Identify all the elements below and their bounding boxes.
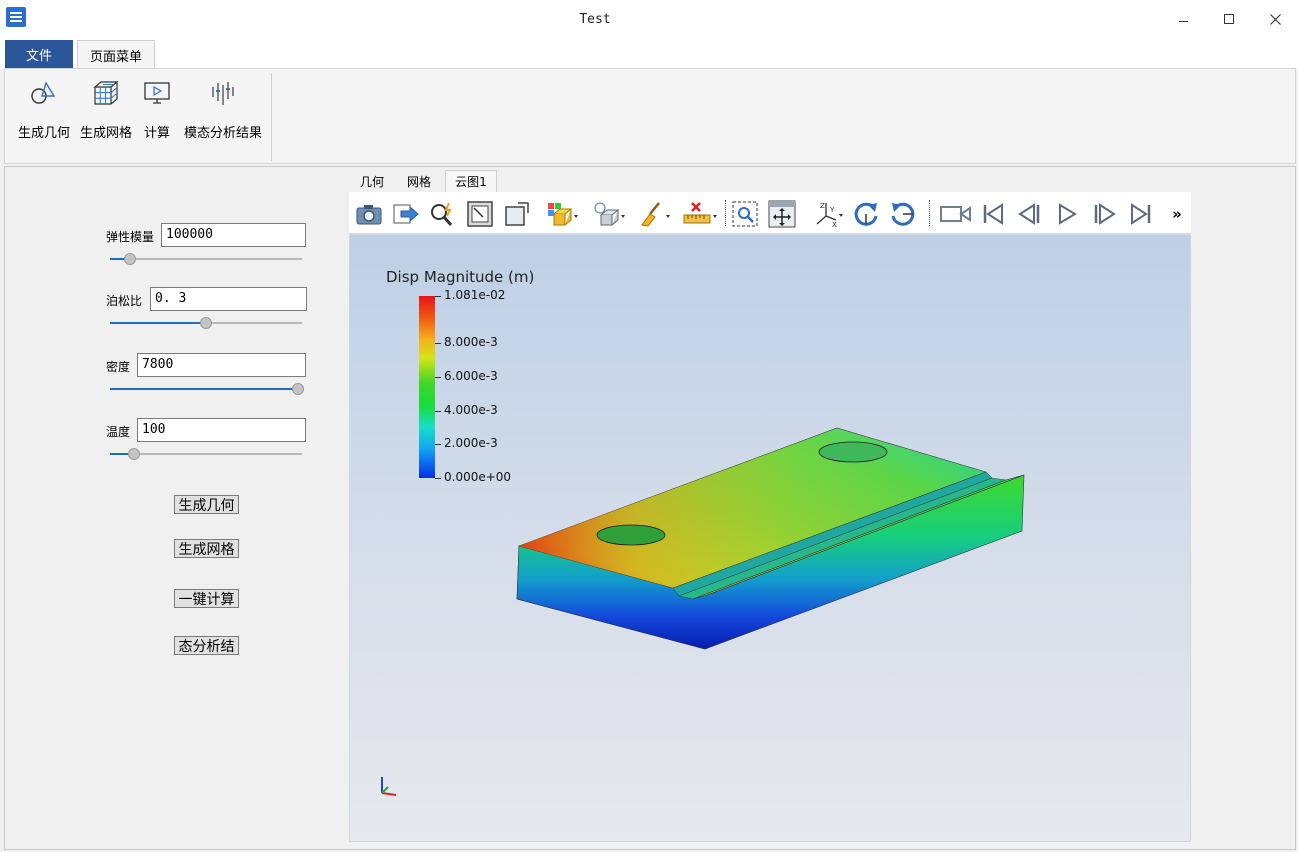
- tab-page-menu[interactable]: 页面菜单: [77, 40, 155, 69]
- lighting-icon[interactable]: [592, 200, 626, 228]
- density-slider[interactable]: [110, 383, 304, 395]
- view-toolbar: ZYX »: [349, 192, 1191, 234]
- toolbar-overflow-button[interactable]: »: [1167, 200, 1187, 228]
- svg-text:X: X: [832, 221, 837, 228]
- temperature-label: 温度: [106, 425, 131, 439]
- slider-thumb[interactable]: [200, 317, 212, 329]
- next-frame-icon[interactable]: [1090, 200, 1118, 228]
- modal-results-icon: [207, 77, 239, 109]
- orientation-axes-icon: [381, 777, 397, 796]
- result-model[interactable]: [350, 235, 1190, 841]
- density-label: 密度: [106, 360, 131, 374]
- slider-track: [110, 258, 302, 260]
- camera-icon[interactable]: [355, 200, 383, 228]
- slider-fill: [110, 322, 206, 324]
- svg-text:Z: Z: [820, 202, 825, 210]
- slider-thumb[interactable]: [128, 448, 140, 460]
- ribbon-label: 计算: [143, 126, 170, 141]
- one-click-compute-button[interactable]: 一键计算: [174, 589, 239, 608]
- mesh-icon: [90, 77, 122, 109]
- last-frame-icon[interactable]: [1127, 200, 1155, 228]
- render-mode-icon[interactable]: [545, 200, 579, 228]
- ribbon-panel: 生成几何 生成网格 计算 模态分析结果: [4, 68, 1296, 164]
- density-input[interactable]: 7800: [137, 353, 306, 377]
- clear-brush-icon[interactable]: [637, 200, 671, 228]
- zoom-box-icon[interactable]: [731, 200, 759, 228]
- tab-mesh[interactable]: 网格: [397, 170, 441, 192]
- rotate-ccw-icon[interactable]: [889, 200, 917, 228]
- ribbon-label: 生成几何: [17, 126, 70, 141]
- generate-geometry-button[interactable]: 生成几何: [174, 495, 239, 514]
- slider-fill: [110, 388, 298, 390]
- pan-icon[interactable]: [768, 200, 796, 228]
- svg-text:Y: Y: [829, 206, 835, 214]
- poisson-ratio-slider[interactable]: [110, 317, 302, 329]
- ribbon-generate-mesh-button[interactable]: 生成网格: [77, 77, 135, 141]
- render-viewport[interactable]: Disp Magnitude (m) 1.081e-02 8.000e-3 6.00…: [349, 234, 1191, 842]
- ribbon-compute-button[interactable]: 计算: [137, 77, 177, 141]
- youngs-modulus-slider[interactable]: [110, 253, 302, 265]
- ribbon-generate-geometry-button[interactable]: 生成几何: [15, 77, 73, 141]
- box-view-icon[interactable]: [503, 200, 531, 228]
- app-window: Test 文件 页面菜单 生成几何 生成网格 计算 模态分析结果 弹性模量 10…: [0, 0, 1298, 852]
- minimize-button[interactable]: [1160, 0, 1206, 38]
- ribbon-separator: [271, 73, 272, 161]
- temperature-input[interactable]: 100: [137, 418, 306, 442]
- rotate-cw-icon[interactable]: [852, 200, 880, 228]
- prev-frame-icon[interactable]: [1016, 200, 1044, 228]
- modal-analysis-results-button[interactable]: 态分析结: [174, 636, 239, 655]
- export-icon[interactable]: [392, 200, 420, 228]
- measure-ruler-icon[interactable]: [682, 200, 718, 228]
- temperature-slider[interactable]: [110, 448, 302, 460]
- poisson-ratio-input[interactable]: 0. 3: [150, 287, 307, 311]
- record-camera-icon[interactable]: [939, 200, 973, 228]
- close-icon: [1269, 13, 1281, 25]
- ribbon-tab-bar: 文件 页面菜单: [0, 38, 1298, 69]
- toolbar-separator: [725, 200, 726, 226]
- close-button[interactable]: [1252, 0, 1298, 38]
- youngs-modulus-input[interactable]: 100000: [161, 223, 306, 247]
- maximize-button[interactable]: [1206, 0, 1252, 38]
- tab-geometry[interactable]: 几何: [351, 170, 393, 192]
- ribbon-modal-results-button[interactable]: 模态分析结果: [181, 77, 265, 141]
- toolbar-separator: [929, 200, 930, 226]
- slider-thumb[interactable]: [292, 383, 304, 395]
- zoom-pick-icon[interactable]: [429, 200, 457, 228]
- tab-contour-1[interactable]: 云图1: [445, 170, 497, 192]
- geometry-icon: [28, 77, 60, 109]
- ribbon-label: 模态分析结果: [183, 126, 262, 141]
- poisson-ratio-label: 泊松比: [106, 294, 143, 308]
- fit-view-icon[interactable]: [466, 200, 494, 228]
- generate-mesh-button[interactable]: 生成网格: [174, 539, 239, 558]
- ribbon-label: 生成网格: [79, 126, 132, 141]
- axes-orient-icon[interactable]: ZYX: [812, 200, 846, 228]
- tab-file[interactable]: 文件: [5, 40, 73, 69]
- title-bar: Test: [0, 0, 1298, 38]
- window-title: Test: [579, 12, 611, 27]
- first-frame-icon[interactable]: [979, 200, 1007, 228]
- compute-icon: [141, 77, 173, 109]
- youngs-modulus-label: 弹性模量: [106, 230, 155, 244]
- play-icon[interactable]: [1053, 200, 1081, 228]
- slider-thumb[interactable]: [124, 253, 136, 265]
